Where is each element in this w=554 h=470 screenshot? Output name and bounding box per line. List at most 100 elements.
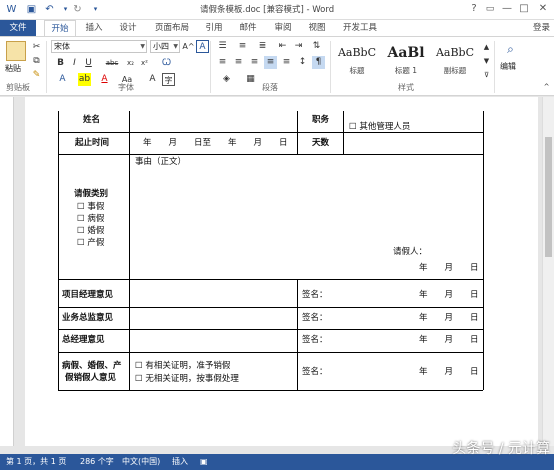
insert-mode[interactable]: 插入 <box>172 454 188 470</box>
cut-icon[interactable]: ✂ <box>30 41 43 54</box>
cert-yes-checkbox[interactable]: ☐ 有相关证明，准予销假 <box>135 361 230 372</box>
name-label: 姓名 <box>83 115 101 125</box>
highlight-icon[interactable]: ab <box>78 73 91 86</box>
document-page[interactable]: 姓名 职务 ☐ 其他管理人员 起止时间 年 月 日至 年 月 日 天数 事由（正… <box>25 97 538 446</box>
align-center-icon[interactable]: ≡ <box>232 56 245 69</box>
tab-developer[interactable]: 开发工具 <box>338 20 382 36</box>
leave-type-option: 病假 <box>87 214 105 224</box>
sign-date[interactable]: 年 月 日 <box>419 367 479 378</box>
tab-file[interactable]: 文件 <box>0 20 36 36</box>
page-count[interactable]: 第 1 页，共 1 页 <box>6 454 66 470</box>
customize-quick-access-icon[interactable]: ▾ <box>88 2 103 17</box>
strikethrough-icon[interactable]: abc <box>102 57 122 70</box>
login-link[interactable]: 登录 <box>533 20 550 36</box>
cert-no-checkbox[interactable]: ☐ 无相关证明，按事假处理 <box>135 374 239 385</box>
line-spacing-icon[interactable]: ↕ <box>296 56 309 69</box>
bullets-icon[interactable]: ☰ <box>216 40 229 53</box>
collapse-ribbon-icon[interactable]: ^ <box>540 81 553 94</box>
sign-date[interactable]: 年 月 日 <box>419 335 479 346</box>
style-subtitle[interactable]: AaBbC 副标题 <box>432 41 478 79</box>
styles-more-icon[interactable]: ⊽ <box>480 69 493 82</box>
vertical-scrollbar[interactable] <box>542 97 554 446</box>
borders-icon[interactable]: ▦ <box>244 73 257 86</box>
multilevel-list-icon[interactable]: ≣ <box>256 40 269 53</box>
help-button[interactable]: ? <box>467 2 481 16</box>
tab-references[interactable]: 引用 <box>200 20 228 36</box>
show-marks-icon[interactable]: ¶ <box>312 56 325 69</box>
table-line <box>343 111 344 154</box>
table-line <box>58 154 483 155</box>
tab-mailings[interactable]: 邮件 <box>234 20 262 36</box>
format-painter-icon[interactable]: ✎ <box>30 69 43 82</box>
applicant-date[interactable]: 年 月 日 <box>419 263 479 274</box>
binoculars-icon[interactable]: ⌕ <box>504 43 517 56</box>
sign-date[interactable]: 年 月 日 <box>419 313 479 324</box>
period-value[interactable]: 年 月 日至 年 月 日 <box>143 138 288 149</box>
decrease-indent-icon[interactable]: ⇤ <box>276 40 289 53</box>
scrollbar-thumb[interactable] <box>545 137 552 257</box>
tab-design[interactable]: 设计 <box>114 20 142 36</box>
align-left-icon[interactable]: ≡ <box>216 56 229 69</box>
document-area: 姓名 职务 ☐ 其他管理人员 起止时间 年 月 日至 年 月 日 天数 事由（正… <box>0 97 554 446</box>
close-button[interactable]: ✕ <box>536 2 550 16</box>
font-size-field[interactable]: 小四 ▼ <box>150 40 180 53</box>
paragraph-group-label: 段落 <box>262 83 278 92</box>
ribbon-display-button[interactable]: ▭ <box>483 2 497 16</box>
styles-scroll-down-icon[interactable]: ▼ <box>480 55 493 68</box>
styles-scroll-up-icon[interactable]: ▲ <box>480 41 493 54</box>
period-label: 起止时间 <box>75 138 110 148</box>
save-icon[interactable]: ▣ <box>24 2 39 17</box>
distributed-icon[interactable]: ≡ <box>280 56 293 69</box>
copy-icon[interactable]: ⧉ <box>30 55 43 68</box>
subscript-icon[interactable]: x₂ <box>124 57 137 70</box>
font-dialog-icon[interactable]: A <box>196 40 209 53</box>
leave-type-sick-checkbox[interactable]: ☐ 事假 <box>77 202 104 213</box>
justify-icon[interactable]: ≡ <box>264 56 277 69</box>
tab-view[interactable]: 视图 <box>303 20 331 36</box>
font-size-value: 小四 <box>153 42 169 51</box>
other-manager-checkbox[interactable]: ☐ 其他管理人员 <box>349 122 410 133</box>
sort-icon[interactable]: ⇅ <box>310 40 323 53</box>
leave-type-sick-checkbox[interactable]: ☐ 病假 <box>77 214 104 225</box>
enclose-char-icon[interactable]: 字 <box>162 73 175 86</box>
clear-format-icon[interactable]: Ꞷ <box>160 57 173 70</box>
bold-icon[interactable]: B <box>54 57 67 70</box>
align-right-icon[interactable]: ≡ <box>248 56 261 69</box>
minimize-button[interactable]: — <box>500 2 514 16</box>
maximize-button[interactable]: □ <box>517 2 531 16</box>
editing-button[interactable]: 编辑 <box>500 61 516 72</box>
macro-icon[interactable]: ▣ <box>200 454 208 470</box>
days-label: 天数 <box>312 138 330 148</box>
grow-font-icon[interactable]: A^ <box>182 40 195 53</box>
style-heading-1[interactable]: AaBl 标题 1 <box>382 41 430 79</box>
underline-icon[interactable]: U <box>82 57 95 70</box>
superscript-icon[interactable]: x² <box>138 57 151 70</box>
undo-icon[interactable]: ↶ <box>42 2 57 17</box>
tab-home[interactable]: 开始 <box>44 20 76 37</box>
shading-icon[interactable]: ◈ <box>220 73 233 86</box>
redo-icon[interactable]: ↻ <box>70 2 85 17</box>
styles-group-label: 样式 <box>398 83 414 92</box>
leave-type-marriage-checkbox[interactable]: ☐ 婚假 <box>77 226 104 237</box>
tab-layout[interactable]: 页面布局 <box>150 20 194 36</box>
text-effects-icon[interactable]: A <box>56 73 69 86</box>
language-status[interactable]: 中文(中国) <box>122 454 160 470</box>
font-color-icon[interactable]: A <box>98 73 111 86</box>
char-shading-icon[interactable]: A <box>146 73 159 86</box>
paste-button[interactable]: 粘贴 <box>5 63 21 74</box>
paste-icon[interactable] <box>6 41 26 61</box>
font-name-field[interactable]: 宋体 ▼ <box>51 40 147 53</box>
sign-date[interactable]: 年 月 日 <box>419 290 479 301</box>
leave-type-maternity-checkbox[interactable]: ☐ 产假 <box>77 238 104 249</box>
leave-type-label: 请假类别 <box>74 189 109 199</box>
table-line <box>129 111 130 390</box>
italic-icon[interactable]: I <box>68 57 81 70</box>
tab-review[interactable]: 审阅 <box>269 20 297 36</box>
tab-insert[interactable]: 插入 <box>80 20 108 36</box>
increase-indent-icon[interactable]: ⇥ <box>292 40 305 53</box>
numbering-icon[interactable]: ≡ <box>236 40 249 53</box>
word-count[interactable]: 286 个字 <box>80 454 114 470</box>
table-line <box>58 329 483 330</box>
style-title[interactable]: AaBbC 标题 <box>334 41 380 79</box>
reason-text[interactable]: 事由（正文） <box>135 157 186 168</box>
